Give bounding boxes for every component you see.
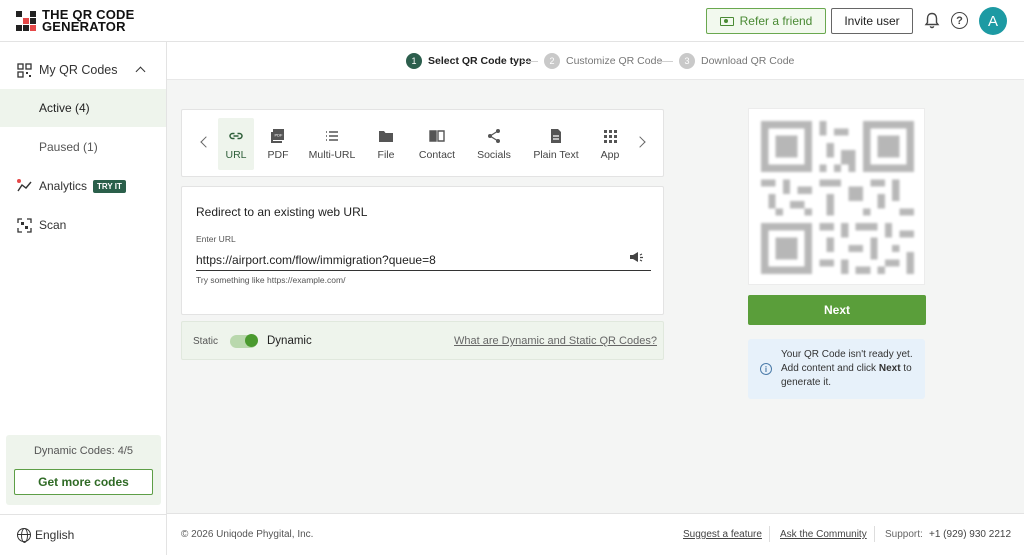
page-footer: © 2026 Uniqode Phygital, Inc. Suggest a … <box>167 513 1024 555</box>
contact-card-icon <box>429 129 445 142</box>
qr-not-ready-notice: i Your QR Code isn't ready yet. Add cont… <box>748 339 925 399</box>
qr-type-selector: URL PDF PDF Multi-URL File Contact Socia… <box>181 109 664 177</box>
qr-grid-icon <box>17 63 32 78</box>
copyright: © 2026 Uniqode Phygital, Inc. <box>181 529 314 540</box>
static-label: Static <box>193 336 219 347</box>
footer-divider <box>769 526 770 542</box>
top-header: THE QR CODE GENERATOR Refer a friend Inv… <box>0 0 1024 42</box>
tab-file[interactable]: File <box>370 118 402 170</box>
dynamic-static-help-link[interactable]: What are Dynamic and Static QR Codes? <box>454 335 657 347</box>
chevron-up-icon[interactable] <box>135 66 146 77</box>
url-hint: Try something like https://example.com/ <box>196 275 346 285</box>
dynamic-codes-panel: Dynamic Codes: 4/5 Get more codes <box>6 435 161 505</box>
svg-text:PDF: PDF <box>275 132 284 137</box>
language-selector[interactable]: English <box>0 514 166 555</box>
step-customize: 2 Customize QR Code <box>544 53 662 69</box>
suggest-feature-link[interactable]: Suggest a feature <box>683 529 762 540</box>
info-icon: i <box>760 363 772 375</box>
support-label: Support: <box>885 529 923 540</box>
url-form-title: Redirect to an existing web URL <box>196 205 368 219</box>
bell-icon[interactable] <box>924 12 940 30</box>
step-connector <box>522 61 538 62</box>
qr-logo-icon <box>16 11 36 31</box>
qr-code-placeholder <box>761 121 914 274</box>
tab-app[interactable]: App <box>594 118 626 170</box>
share-icon <box>488 128 500 143</box>
qr-preview <box>748 108 925 285</box>
tab-plain-text[interactable]: Plain Text <box>528 118 584 170</box>
chevron-right-icon[interactable] <box>634 136 646 148</box>
analytics-chart-icon <box>17 179 32 192</box>
progress-stepper: 1 Select QR Code type 2 Customize QR Cod… <box>167 42 1024 80</box>
step-select-type: 1 Select QR Code type <box>406 53 531 69</box>
app-grid-icon <box>604 129 617 143</box>
dynamic-toggle[interactable] <box>230 334 258 348</box>
tab-contact[interactable]: Contact <box>414 118 460 170</box>
money-icon <box>719 16 734 26</box>
user-avatar[interactable]: A <box>979 7 1007 35</box>
ask-community-link[interactable]: Ask the Community <box>780 529 867 540</box>
dynamic-codes-count: Dynamic Codes: 4/5 <box>33 445 134 457</box>
support-phone[interactable]: +1 (929) 930 2212 <box>929 529 1011 540</box>
pdf-icon: PDF <box>271 128 284 143</box>
sidebar-item-scan[interactable]: Scan <box>0 206 166 244</box>
step-connector <box>657 61 673 62</box>
help-icon[interactable]: ? <box>951 12 968 29</box>
next-button[interactable]: Next <box>748 295 926 325</box>
qr-mode-toggle-panel: Static Dynamic What are Dynamic and Stat… <box>181 321 664 360</box>
get-more-codes-button[interactable]: Get more codes <box>14 469 153 495</box>
list-icon <box>326 130 338 141</box>
chevron-left-icon[interactable] <box>200 136 212 148</box>
document-icon <box>551 128 561 143</box>
footer-divider <box>874 526 875 542</box>
tab-socials[interactable]: Socials <box>472 118 516 170</box>
sidebar-item-active[interactable]: Active (4) <box>0 89 166 127</box>
sidebar-item-analytics[interactable]: Analytics TRY IT <box>0 167 166 205</box>
invite-user-button[interactable]: Invite user <box>831 8 913 34</box>
url-input[interactable] <box>196 249 651 271</box>
globe-icon <box>17 528 31 543</box>
sidebar: My QR Codes Active (4) Paused (1) Analyt… <box>0 42 167 555</box>
step-download: 3 Download QR Code <box>679 53 794 69</box>
brand-name: THE QR CODE GENERATOR <box>42 7 135 34</box>
sidebar-item-paused[interactable]: Paused (1) <box>0 128 166 166</box>
refer-friend-button[interactable]: Refer a friend <box>706 8 826 34</box>
tab-url[interactable]: URL <box>218 118 254 170</box>
url-form: Redirect to an existing web URL Enter UR… <box>181 186 664 315</box>
tab-multi-url[interactable]: Multi-URL <box>306 118 358 170</box>
folder-icon <box>379 130 393 142</box>
sidebar-item-my-qr-codes[interactable]: My QR Codes <box>0 51 166 89</box>
link-icon <box>229 132 243 139</box>
brand-logo[interactable]: THE QR CODE GENERATOR <box>16 7 135 34</box>
dynamic-label: Dynamic <box>267 335 312 347</box>
megaphone-icon[interactable] <box>629 251 644 264</box>
url-field-label: Enter URL <box>196 234 236 244</box>
scan-icon <box>17 218 32 233</box>
tab-pdf[interactable]: PDF PDF <box>262 118 294 170</box>
try-it-badge: TRY IT <box>93 179 126 193</box>
